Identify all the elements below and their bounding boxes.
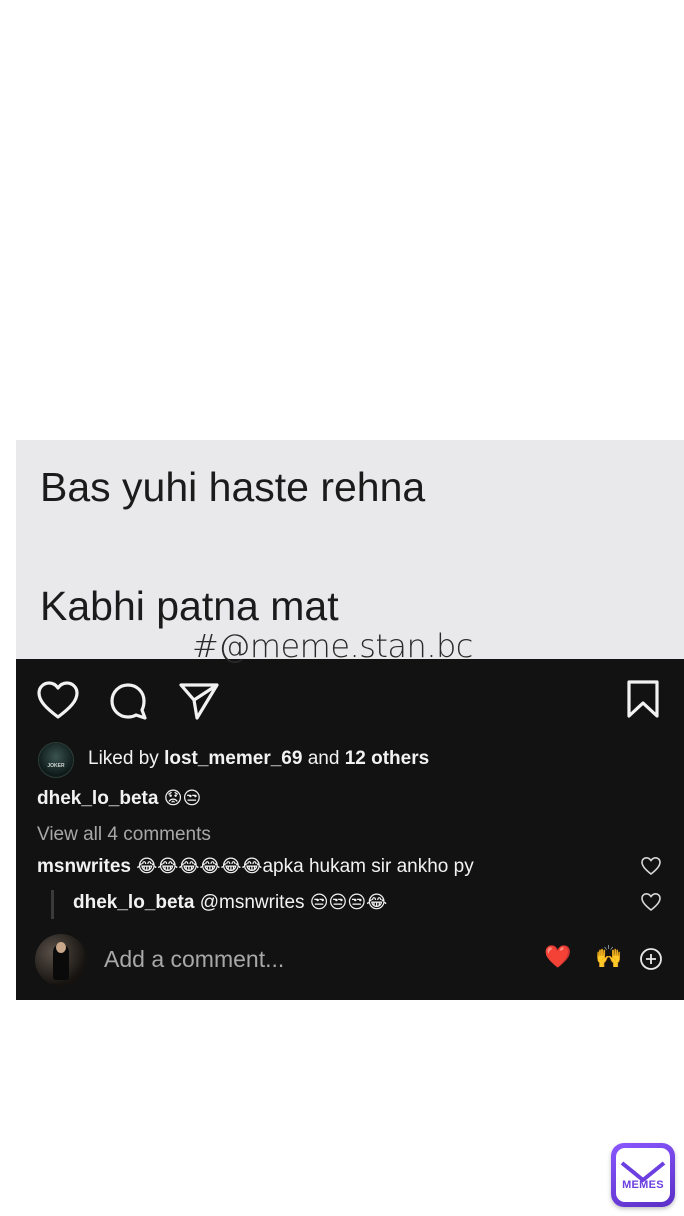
comment-text: apka hukam sir ankho py	[262, 856, 474, 877]
liked-by-prefix: Liked by	[88, 748, 159, 769]
watermark-text: #@meme.stan.bc	[192, 627, 473, 665]
user-avatar[interactable]	[35, 934, 87, 986]
heart-reaction-button[interactable]: ❤️	[544, 945, 571, 970]
meme-line-2: Kabhi patna mat	[40, 583, 339, 629]
logo-text: MEMES	[622, 1179, 664, 1191]
memes-app-logo: MEMES	[611, 1143, 675, 1207]
add-circle-icon[interactable]	[639, 947, 663, 971]
comment-like-icon[interactable]	[640, 856, 662, 876]
reply-emojis: 😒😒😒😂	[309, 892, 388, 913]
reply-username[interactable]: dhek_lo_beta	[73, 892, 194, 913]
reply-row: dhek_lo_beta @msnwrites 😒😒😒😂	[73, 892, 387, 914]
liked-by-user-link[interactable]: lost_memer_69	[164, 748, 302, 769]
add-comment-input[interactable]: Add a comment...	[104, 946, 284, 973]
caption-username[interactable]: dhek_lo_beta	[37, 788, 158, 809]
liked-by-line: Liked by lost_memer_69 and 12 others	[88, 748, 429, 770]
bookmark-icon[interactable]	[626, 679, 660, 719]
meme-post-card: Bas yuhi haste rehna Kabhi patna mat #@m…	[16, 440, 684, 1000]
heart-icon[interactable]	[36, 681, 80, 721]
liked-by-and: and	[307, 748, 340, 769]
reply-thread-line	[51, 890, 54, 919]
meme-line-1: Bas yuhi haste rehna	[40, 464, 426, 510]
reply-mention[interactable]: @msnwrites	[200, 892, 305, 913]
caption: dhek_lo_beta 😟😒	[37, 788, 201, 810]
liked-by-others-link[interactable]: 12 others	[345, 748, 429, 769]
comment-emojis: 😂😂😂😂😂😂	[136, 856, 263, 877]
view-all-comments-link[interactable]: View all 4 comments	[37, 824, 211, 846]
raised-hands-reaction-button[interactable]: 🙌	[595, 945, 622, 970]
reply-like-icon[interactable]	[640, 892, 662, 912]
instagram-post-panel: JOKER Liked by lost_memer_69 and 12 othe…	[16, 659, 684, 1000]
share-icon[interactable]	[178, 681, 220, 721]
comment-username[interactable]: msnwrites	[37, 856, 131, 877]
comment-row: msnwrites 😂😂😂😂😂😂apka hukam sir ankho py	[37, 856, 474, 878]
envelope-icon	[620, 1161, 666, 1182]
comment-icon[interactable]	[108, 681, 148, 721]
liker-avatar[interactable]: JOKER	[38, 742, 74, 778]
caption-emojis: 😟😒	[163, 788, 202, 809]
